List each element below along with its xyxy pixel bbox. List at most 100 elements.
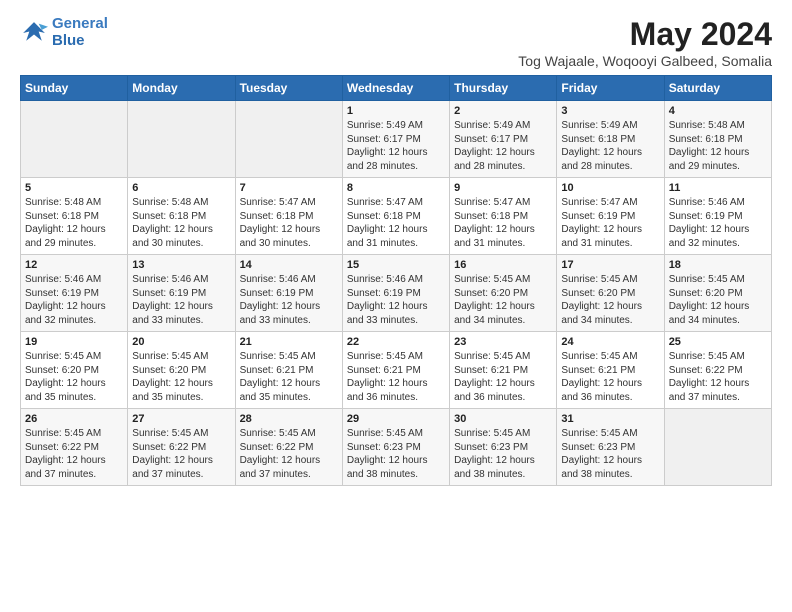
day-content: Sunrise: 5:45 AM Sunset: 6:21 PM Dayligh… (561, 350, 659, 404)
cell-week1-day3: 1 Sunrise: 5:49 AM Sunset: 6:17 PM Daylig… (342, 101, 449, 178)
day-content: Sunrise: 5:45 AM Sunset: 6:22 PM Dayligh… (25, 427, 123, 481)
day-content: Sunrise: 5:47 AM Sunset: 6:18 PM Dayligh… (454, 196, 552, 250)
cell-week2-day0: 5 Sunrise: 5:48 AM Sunset: 6:18 PM Daylig… (21, 178, 128, 255)
cell-week3-day0: 12 Sunrise: 5:46 AM Sunset: 6:19 PM Dayli… (21, 255, 128, 332)
day-content: Sunrise: 5:47 AM Sunset: 6:18 PM Dayligh… (347, 196, 445, 250)
day-number: 6 (132, 182, 230, 194)
day-content: Sunrise: 5:47 AM Sunset: 6:18 PM Dayligh… (240, 196, 338, 250)
day-content: Sunrise: 5:45 AM Sunset: 6:20 PM Dayligh… (454, 273, 552, 327)
day-content: Sunrise: 5:49 AM Sunset: 6:17 PM Dayligh… (347, 119, 445, 173)
cell-week5-day0: 26 Sunrise: 5:45 AM Sunset: 6:22 PM Dayli… (21, 409, 128, 486)
cell-week5-day4: 30Sunrise: 5:45 AM Sunset: 6:23 PM Dayli… (450, 409, 557, 486)
cell-week4-day4: 23 Sunrise: 5:45 AM Sunset: 6:21 PM Dayli… (450, 332, 557, 409)
day-number: 2 (454, 105, 552, 117)
calendar-body: 1 Sunrise: 5:49 AM Sunset: 6:17 PM Daylig… (21, 101, 772, 486)
cell-week2-day5: 10 Sunrise: 5:47 AM Sunset: 6:19 PM Dayli… (557, 178, 664, 255)
cell-week1-day4: 2 Sunrise: 5:49 AM Sunset: 6:17 PM Daylig… (450, 101, 557, 178)
cell-week5-day2: 28 Sunrise: 5:45 AM Sunset: 6:22 PM Dayli… (235, 409, 342, 486)
cell-week5-day3: 29 Sunrise: 5:45 AM Sunset: 6:23 PM Dayli… (342, 409, 449, 486)
cell-week3-day3: 15Sunrise: 5:46 AM Sunset: 6:19 PM Dayli… (342, 255, 449, 332)
day-number: 1 (347, 105, 445, 117)
logo-line1: General (52, 15, 108, 32)
day-content: Sunrise: 5:45 AM Sunset: 6:23 PM Dayligh… (561, 427, 659, 481)
day-number: 18 (669, 259, 767, 271)
subtitle: Tog Wajaale, Woqooyi Galbeed, Somalia (518, 53, 772, 69)
cell-week4-day2: 21 Sunrise: 5:45 AM Sunset: 6:21 PM Dayli… (235, 332, 342, 409)
day-content: Sunrise: 5:45 AM Sunset: 6:21 PM Dayligh… (240, 350, 338, 404)
day-header-friday: Friday (557, 76, 664, 101)
title-block: May 2024 Tog Wajaale, Woqooyi Galbeed, S… (518, 16, 772, 69)
day-number: 20 (132, 336, 230, 348)
logo-line2: Blue (52, 32, 85, 49)
day-header-thursday: Thursday (450, 76, 557, 101)
day-number: 4 (669, 105, 767, 117)
cell-week1-day6: 4 Sunrise: 5:48 AM Sunset: 6:18 PM Daylig… (664, 101, 771, 178)
logo: General Blue (20, 16, 108, 49)
day-content: Sunrise: 5:46 AM Sunset: 6:19 PM Dayligh… (347, 273, 445, 327)
cell-week3-day5: 17 Sunrise: 5:45 AM Sunset: 6:20 PM Dayli… (557, 255, 664, 332)
day-number: 7 (240, 182, 338, 194)
day-content: Sunrise: 5:45 AM Sunset: 6:20 PM Dayligh… (132, 350, 230, 404)
day-number: 10 (561, 182, 659, 194)
day-number: 5 (25, 182, 123, 194)
day-header-monday: Monday (128, 76, 235, 101)
cell-week5-day6 (664, 409, 771, 486)
logo-bird-icon (20, 19, 48, 47)
cell-week3-day4: 16Sunrise: 5:45 AM Sunset: 6:20 PM Dayli… (450, 255, 557, 332)
cell-week2-day1: 6 Sunrise: 5:48 AM Sunset: 6:18 PM Daylig… (128, 178, 235, 255)
header: General Blue May 2024 Tog Wajaale, Woqoo… (20, 16, 772, 69)
day-number: 22 (347, 336, 445, 348)
day-content: Sunrise: 5:45 AM Sunset: 6:23 PM Dayligh… (347, 427, 445, 481)
cell-week1-day5: 3 Sunrise: 5:49 AM Sunset: 6:18 PM Daylig… (557, 101, 664, 178)
day-number: 9 (454, 182, 552, 194)
day-header-sunday: Sunday (21, 76, 128, 101)
day-content: Sunrise: 5:49 AM Sunset: 6:17 PM Dayligh… (454, 119, 552, 173)
calendar-header: SundayMondayTuesdayWednesdayThursdayFrid… (21, 76, 772, 101)
day-number: 3 (561, 105, 659, 117)
day-number: 14 (240, 259, 338, 271)
day-header-tuesday: Tuesday (235, 76, 342, 101)
day-content: Sunrise: 5:48 AM Sunset: 6:18 PM Dayligh… (669, 119, 767, 173)
day-number: 28 (240, 413, 338, 425)
day-content: Sunrise: 5:45 AM Sunset: 6:21 PM Dayligh… (347, 350, 445, 404)
logo-text: General Blue (52, 16, 108, 49)
day-number: 23 (454, 336, 552, 348)
day-number: 27 (132, 413, 230, 425)
day-number: 17 (561, 259, 659, 271)
day-content: Sunrise: 5:46 AM Sunset: 6:19 PM Dayligh… (132, 273, 230, 327)
day-content: Sunrise: 5:45 AM Sunset: 6:21 PM Dayligh… (454, 350, 552, 404)
week-row-1: 1 Sunrise: 5:49 AM Sunset: 6:17 PM Daylig… (21, 101, 772, 178)
calendar-table: SundayMondayTuesdayWednesdayThursdayFrid… (20, 75, 772, 486)
cell-week1-day0 (21, 101, 128, 178)
cell-week1-day2 (235, 101, 342, 178)
day-content: Sunrise: 5:48 AM Sunset: 6:18 PM Dayligh… (25, 196, 123, 250)
day-number: 26 (25, 413, 123, 425)
day-content: Sunrise: 5:49 AM Sunset: 6:18 PM Dayligh… (561, 119, 659, 173)
cell-week4-day0: 19Sunrise: 5:45 AM Sunset: 6:20 PM Dayli… (21, 332, 128, 409)
cell-week5-day1: 27 Sunrise: 5:45 AM Sunset: 6:22 PM Dayli… (128, 409, 235, 486)
day-header-saturday: Saturday (664, 76, 771, 101)
day-content: Sunrise: 5:47 AM Sunset: 6:19 PM Dayligh… (561, 196, 659, 250)
main-title: May 2024 (518, 16, 772, 53)
day-number: 11 (669, 182, 767, 194)
day-number: 8 (347, 182, 445, 194)
cell-week2-day4: 9 Sunrise: 5:47 AM Sunset: 6:18 PM Daylig… (450, 178, 557, 255)
day-content: Sunrise: 5:45 AM Sunset: 6:22 PM Dayligh… (132, 427, 230, 481)
day-content: Sunrise: 5:45 AM Sunset: 6:20 PM Dayligh… (669, 273, 767, 327)
day-number: 12 (25, 259, 123, 271)
week-row-2: 5 Sunrise: 5:48 AM Sunset: 6:18 PM Daylig… (21, 178, 772, 255)
day-content: Sunrise: 5:45 AM Sunset: 6:22 PM Dayligh… (240, 427, 338, 481)
day-number: 29 (347, 413, 445, 425)
day-content: Sunrise: 5:45 AM Sunset: 6:20 PM Dayligh… (561, 273, 659, 327)
cell-week3-day1: 13 Sunrise: 5:46 AM Sunset: 6:19 PM Dayli… (128, 255, 235, 332)
cell-week2-day3: 8 Sunrise: 5:47 AM Sunset: 6:18 PM Daylig… (342, 178, 449, 255)
day-number: 21 (240, 336, 338, 348)
day-content: Sunrise: 5:46 AM Sunset: 6:19 PM Dayligh… (25, 273, 123, 327)
cell-week4-day1: 20 Sunrise: 5:45 AM Sunset: 6:20 PM Dayli… (128, 332, 235, 409)
day-content: Sunrise: 5:48 AM Sunset: 6:18 PM Dayligh… (132, 196, 230, 250)
day-number: 13 (132, 259, 230, 271)
day-content: Sunrise: 5:45 AM Sunset: 6:20 PM Dayligh… (25, 350, 123, 404)
week-row-4: 19Sunrise: 5:45 AM Sunset: 6:20 PM Dayli… (21, 332, 772, 409)
day-number: 31 (561, 413, 659, 425)
cell-week3-day6: 18 Sunrise: 5:45 AM Sunset: 6:20 PM Dayli… (664, 255, 771, 332)
